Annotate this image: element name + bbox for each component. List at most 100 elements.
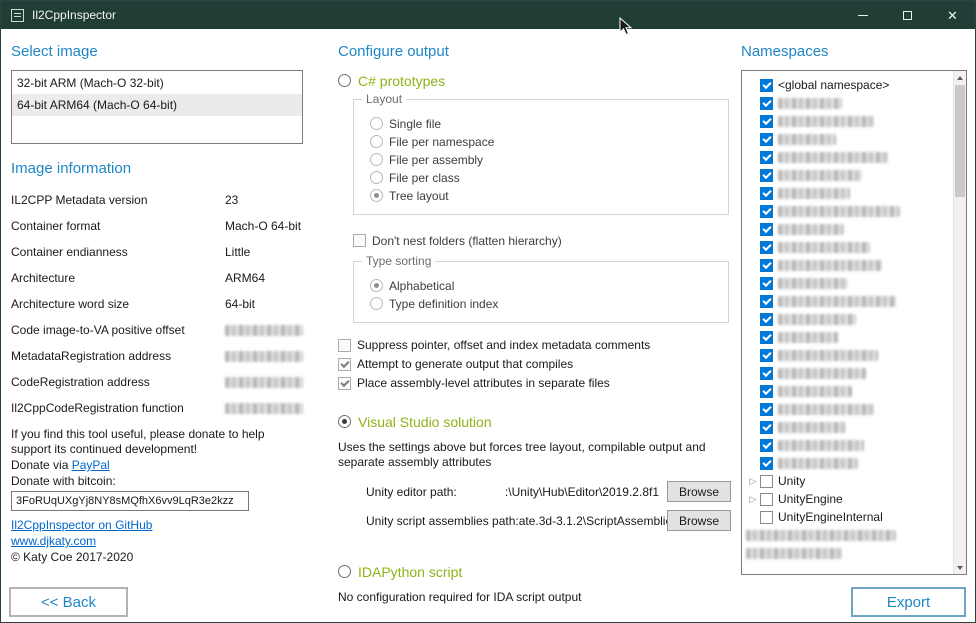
namespace-item[interactable] <box>742 292 953 310</box>
namespace-item[interactable] <box>742 364 953 382</box>
namespace-checkbox[interactable] <box>760 403 773 416</box>
namespace-checkbox[interactable] <box>760 313 773 326</box>
bitcoin-address-field[interactable] <box>11 491 249 511</box>
layout-option-radio[interactable] <box>370 153 383 166</box>
namespace-checkbox[interactable] <box>760 511 773 524</box>
image-listbox[interactable]: 32-bit ARM (Mach-O 32-bit) 64-bit ARM64 … <box>11 70 303 144</box>
namespace-item[interactable] <box>742 202 953 220</box>
layout-option-row[interactable]: File per class <box>370 169 728 186</box>
export-button[interactable]: Export <box>851 587 966 617</box>
paypal-link[interactable]: PayPal <box>72 458 110 472</box>
namespace-item[interactable] <box>742 400 953 418</box>
expand-arrow-icon[interactable] <box>750 477 757 486</box>
namespace-scrollbar[interactable] <box>953 71 966 574</box>
namespace-checkbox[interactable] <box>760 133 773 146</box>
namespace-item[interactable] <box>742 328 953 346</box>
namespace-checkbox[interactable] <box>760 385 773 398</box>
namespace-item[interactable] <box>742 256 953 274</box>
namespace-item[interactable] <box>742 166 953 184</box>
namespace-item[interactable] <box>742 346 953 364</box>
csharp-prototypes-radio[interactable] <box>338 74 351 87</box>
namespace-item[interactable]: <global namespace> <box>742 76 953 94</box>
namespace-checkbox[interactable] <box>760 97 773 110</box>
namespace-checkbox[interactable] <box>760 367 773 380</box>
namespace-item[interactable] <box>742 94 953 112</box>
output-option-checkbox[interactable] <box>338 358 351 371</box>
namespace-item[interactable] <box>742 274 953 292</box>
namespace-checkbox[interactable] <box>760 493 773 506</box>
scrollbar-thumb[interactable] <box>955 85 965 197</box>
namespace-item[interactable] <box>742 436 953 454</box>
scroll-up-button[interactable] <box>954 71 966 84</box>
namespace-checkbox[interactable] <box>760 205 773 218</box>
website-link[interactable]: www.djkaty.com <box>11 534 96 548</box>
flatten-hierarchy-checkbox[interactable] <box>353 234 366 247</box>
namespace-checkbox[interactable] <box>760 457 773 470</box>
flatten-hierarchy-option[interactable]: Don't nest folders (flatten hierarchy) <box>353 232 731 249</box>
namespace-checkbox[interactable] <box>760 475 773 488</box>
namespace-checkbox[interactable] <box>760 349 773 362</box>
output-option-row[interactable]: Attempt to generate output that compiles <box>338 355 731 373</box>
layout-option-row[interactable]: File per namespace <box>370 133 728 150</box>
namespace-item[interactable] <box>742 418 953 436</box>
maximize-button[interactable] <box>885 1 930 29</box>
browse-script-button[interactable]: Browse <box>667 510 731 531</box>
image-list-item[interactable]: 32-bit ARM (Mach-O 32-bit) <box>12 72 302 94</box>
namespace-item[interactable] <box>742 382 953 400</box>
namespace-item[interactable]: UnityEngine <box>742 490 953 508</box>
namespace-item[interactable] <box>742 544 953 562</box>
layout-option-radio[interactable] <box>370 117 383 130</box>
layout-option-radio[interactable] <box>370 171 383 184</box>
namespace-item[interactable]: Unity <box>742 472 953 490</box>
csharp-prototypes-option[interactable]: C# prototypes <box>338 72 731 89</box>
namespace-checkbox[interactable] <box>760 439 773 452</box>
namespace-item[interactable] <box>742 454 953 472</box>
namespace-checkbox[interactable] <box>760 241 773 254</box>
visual-studio-radio[interactable] <box>338 415 351 428</box>
back-button[interactable]: << Back <box>9 587 128 617</box>
namespace-checkbox[interactable] <box>760 331 773 344</box>
output-option-checkbox[interactable] <box>338 339 351 352</box>
namespace-checkbox[interactable] <box>760 277 773 290</box>
scroll-down-button[interactable] <box>954 561 966 574</box>
output-option-checkbox[interactable] <box>338 377 351 390</box>
output-option-row[interactable]: Place assembly-level attributes in separ… <box>338 374 731 392</box>
sorting-option-row[interactable]: Alphabetical <box>370 277 728 294</box>
namespace-checkbox[interactable] <box>760 223 773 236</box>
namespace-checkbox[interactable] <box>760 187 773 200</box>
sorting-option-row[interactable]: Type definition index <box>370 295 728 312</box>
namespace-checkbox[interactable] <box>760 421 773 434</box>
browse-editor-button[interactable]: Browse <box>667 481 731 502</box>
namespace-item[interactable] <box>742 112 953 130</box>
sorting-option-radio[interactable] <box>370 279 383 292</box>
namespace-item[interactable] <box>742 148 953 166</box>
layout-option-radio[interactable] <box>370 135 383 148</box>
namespace-item[interactable] <box>742 184 953 202</box>
namespace-item[interactable] <box>742 310 953 328</box>
namespace-checkbox[interactable] <box>760 79 773 92</box>
namespace-checkbox[interactable] <box>760 169 773 182</box>
namespace-checkbox[interactable] <box>760 115 773 128</box>
namespace-item[interactable] <box>742 220 953 238</box>
github-link[interactable]: Il2CppInspector on GitHub <box>11 518 152 532</box>
layout-option-row[interactable]: Tree layout <box>370 187 728 204</box>
layout-option-row[interactable]: Single file <box>370 115 728 132</box>
idapython-radio[interactable] <box>338 565 351 578</box>
minimize-button[interactable] <box>840 1 885 29</box>
layout-option-radio[interactable] <box>370 189 383 202</box>
sorting-option-radio[interactable] <box>370 297 383 310</box>
namespace-checkbox[interactable] <box>760 295 773 308</box>
idapython-option[interactable]: IDAPython script <box>338 563 731 580</box>
namespace-item[interactable] <box>742 238 953 256</box>
namespace-item[interactable] <box>742 130 953 148</box>
close-button[interactable]: ✕ <box>930 1 975 29</box>
namespace-checkbox[interactable] <box>760 259 773 272</box>
namespace-item[interactable]: UnityEngineInternal <box>742 508 953 526</box>
visual-studio-option[interactable]: Visual Studio solution <box>338 413 731 430</box>
layout-option-row[interactable]: File per assembly <box>370 151 728 168</box>
namespace-item[interactable] <box>742 526 953 544</box>
expand-arrow-icon[interactable] <box>750 495 757 504</box>
image-list-item[interactable]: 64-bit ARM64 (Mach-O 64-bit) <box>12 94 302 116</box>
namespace-checkbox[interactable] <box>760 151 773 164</box>
output-option-row[interactable]: Suppress pointer, offset and index metad… <box>338 336 731 354</box>
